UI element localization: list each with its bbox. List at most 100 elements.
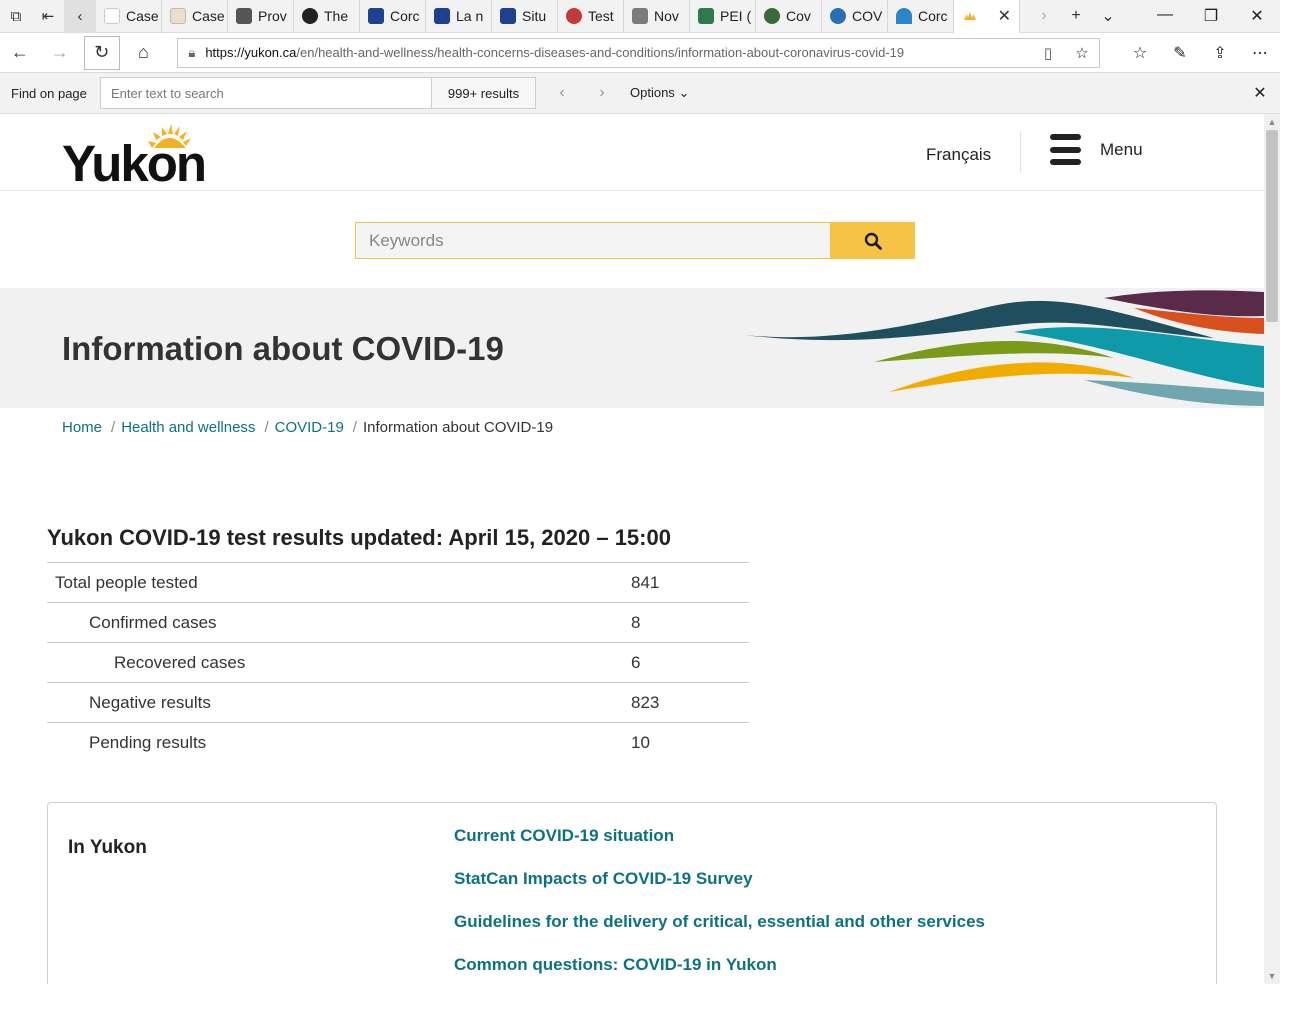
browser-tab[interactable]: Case: [96, 0, 162, 33]
language-toggle-link[interactable]: Français: [926, 145, 991, 165]
favicon-icon: [830, 8, 846, 24]
find-previous-icon[interactable]: ‹: [542, 84, 582, 102]
restore-icon[interactable]: ❐: [1188, 6, 1234, 26]
browser-tab[interactable]: Test: [558, 0, 624, 33]
header-divider: [1020, 132, 1021, 172]
link-statcan-survey[interactable]: StatCan Impacts of COVID-19 Survey: [454, 868, 985, 911]
browser-tab[interactable]: Nov: [624, 0, 690, 33]
row-value: 8: [631, 602, 749, 643]
menu-button[interactable]: Menu: [1050, 134, 1143, 165]
browser-tab[interactable]: Situ: [492, 0, 558, 33]
browser-tab-active[interactable]: ✕: [954, 0, 1020, 33]
forward-arrow-icon[interactable]: →: [40, 35, 80, 71]
link-common-questions[interactable]: Common questions: COVID-19 in Yukon: [454, 954, 985, 984]
set-tabs-aside-icon[interactable]: ⇤: [32, 0, 64, 33]
browser-tab[interactable]: COV: [822, 0, 888, 33]
find-options-dropdown[interactable]: Options ⌄: [630, 85, 689, 101]
favicon-icon: [434, 8, 450, 24]
find-label: Find on page: [11, 85, 87, 101]
favicon-icon: [104, 8, 120, 24]
breadcrumb-link-health[interactable]: Health and wellness: [121, 419, 255, 436]
favicon-icon: [632, 8, 648, 24]
breadcrumb-separator: /: [352, 419, 357, 436]
chevron-down-icon: ⌄: [678, 85, 690, 100]
url-field[interactable]: 🔒︎ https://yukon.ca/en/health-and-wellne…: [177, 37, 1100, 68]
scroll-up-arrow-icon[interactable]: ▲: [1264, 114, 1280, 130]
search-button[interactable]: [830, 222, 915, 259]
breadcrumb-current: Information about COVID-19: [362, 419, 554, 436]
breadcrumb-separator: /: [264, 419, 269, 436]
find-next-icon[interactable]: ›: [582, 84, 622, 102]
favicon-icon: [764, 8, 780, 24]
yukon-sun-favicon-icon: [964, 12, 976, 20]
browser-tab[interactable]: Corc: [360, 0, 426, 33]
find-on-page-bar: Find on page Enter text to search 999+ r…: [0, 73, 1280, 114]
address-bar: ← → ↻ ⌂ 🔒︎ https://yukon.ca/en/health-an…: [0, 33, 1280, 73]
logo-wordmark: Yukon: [62, 135, 207, 192]
home-icon[interactable]: ⌂: [124, 35, 164, 71]
favicon-icon: [566, 8, 582, 24]
tab-scroll-right-icon[interactable]: ›: [1028, 7, 1060, 25]
add-notes-pen-icon[interactable]: ✎: [1160, 43, 1200, 63]
row-label: Pending results: [47, 722, 631, 763]
in-yukon-heading: In Yukon: [68, 837, 147, 858]
test-results-table: Total people tested 841 Confirmed cases …: [47, 562, 749, 763]
browser-tab[interactable]: Cov: [756, 0, 822, 33]
in-yukon-panel: In Yukon Current COVID-19 situation Stat…: [47, 802, 1217, 984]
browser-tab-bar: ⧉ ⇤ ‹ Case Case Prov The Corc La n Situ …: [0, 0, 1280, 33]
breadcrumb-link-covid[interactable]: COVID-19: [275, 419, 344, 436]
scroll-thumb[interactable]: [1266, 130, 1278, 322]
more-options-icon[interactable]: ⋯: [1240, 43, 1280, 63]
find-close-icon[interactable]: ✕: [1240, 83, 1280, 103]
browser-tab[interactable]: La n: [426, 0, 492, 33]
back-arrow-icon[interactable]: ←: [0, 35, 40, 71]
row-label: Total people tested: [47, 562, 631, 603]
hamburger-icon: [1050, 134, 1081, 165]
tab-scroll-left-icon[interactable]: ‹: [64, 0, 96, 33]
lock-icon: 🔒︎: [188, 44, 196, 60]
search-icon: [864, 232, 882, 250]
yukon-logo[interactable]: Yukon: [62, 122, 222, 192]
find-result-count: 999+ results: [432, 77, 536, 109]
breadcrumb-link-home[interactable]: Home: [62, 419, 102, 436]
favorites-hub-icon[interactable]: ☆: [1120, 43, 1160, 63]
url-path: /en/health-and-wellness/health-concerns-…: [296, 45, 905, 60]
table-row: Pending results 10: [47, 722, 749, 763]
link-service-guidelines[interactable]: Guidelines for the delivery of critical,…: [454, 911, 985, 954]
row-label: Recovered cases: [47, 642, 631, 683]
page-banner: Information about COVID-19: [0, 288, 1264, 408]
tab-preview-icon[interactable]: ⧉: [0, 0, 32, 33]
close-window-icon[interactable]: ✕: [1234, 6, 1280, 26]
reading-view-icon[interactable]: ▯: [1031, 44, 1065, 62]
page-scrollbar[interactable]: ▲ ▼: [1264, 114, 1280, 984]
favicon-icon: [500, 8, 516, 24]
find-input[interactable]: Enter text to search: [100, 77, 432, 109]
browser-tab[interactable]: Corc: [888, 0, 954, 33]
minimize-icon[interactable]: —: [1142, 6, 1188, 26]
new-tab-icon[interactable]: +: [1060, 7, 1092, 25]
row-label: Negative results: [47, 682, 631, 723]
refresh-icon[interactable]: ↻: [83, 35, 120, 70]
table-row: Negative results 823: [47, 682, 749, 723]
breadcrumb-separator: /: [111, 419, 116, 436]
favicon-icon: [896, 8, 912, 24]
share-icon[interactable]: ⇪: [1200, 43, 1240, 63]
scroll-down-arrow-icon[interactable]: ▼: [1264, 968, 1280, 984]
row-value: 823: [631, 682, 749, 723]
favicon-icon: [236, 8, 252, 24]
tab-list-chevron-icon[interactable]: ⌄: [1092, 6, 1124, 26]
keyword-search-input[interactable]: Keywords: [355, 222, 831, 259]
web-page: Yukon Français Menu Keywords Information…: [0, 114, 1264, 984]
site-header: Yukon Français Menu: [0, 114, 1264, 192]
in-yukon-links: Current COVID-19 situation StatCan Impac…: [454, 825, 985, 984]
browser-tab[interactable]: Prov: [228, 0, 294, 33]
link-current-situation[interactable]: Current COVID-19 situation: [454, 825, 985, 868]
test-results-heading: Yukon COVID-19 test results updated: Apr…: [47, 525, 671, 550]
row-value: 6: [631, 642, 749, 683]
browser-tab[interactable]: PEI (: [690, 0, 756, 33]
close-tab-icon[interactable]: ✕: [998, 6, 1011, 26]
browser-tab[interactable]: The: [294, 0, 360, 33]
favicon-icon: [302, 8, 318, 24]
browser-tab[interactable]: Case: [162, 0, 228, 33]
favorite-star-icon[interactable]: ☆: [1065, 44, 1099, 62]
